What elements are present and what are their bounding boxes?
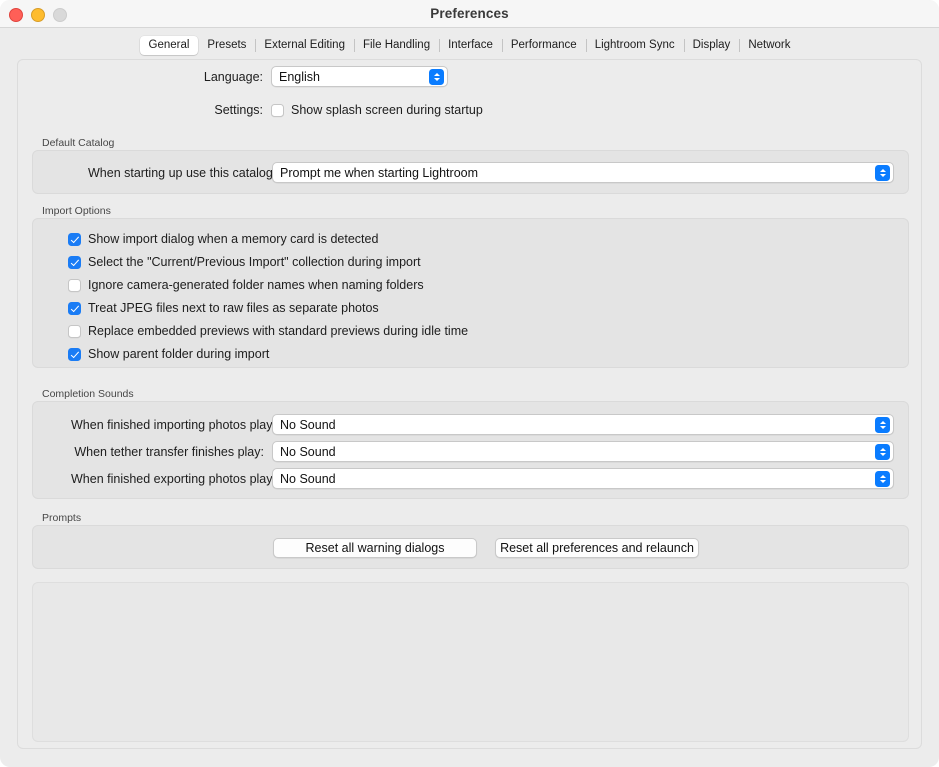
completion-sound-label-2: When finished exporting photos play:: [71, 471, 276, 486]
import-option-checkbox-3[interactable]: [68, 301, 81, 315]
completion-sound-label-0: When finished importing photos play:: [71, 417, 276, 432]
completion-sound-value-0: No Sound: [280, 417, 336, 432]
import-options-group-title: Import Options: [42, 205, 111, 217]
empty-content-area: [32, 582, 909, 742]
list-item[interactable]: Treat JPEG files next to raw files as se…: [68, 301, 379, 315]
import-option-label-4: Replace embedded previews with standard …: [88, 324, 469, 338]
completion-sound-value-2: No Sound: [280, 471, 336, 486]
list-item[interactable]: Replace embedded previews with standard …: [68, 324, 468, 338]
completion-sound-value-1: No Sound: [280, 444, 336, 459]
tab-interface[interactable]: Interface: [439, 36, 502, 55]
preferences-window: Preferences General Presets External Edi…: [0, 0, 939, 767]
list-item[interactable]: Show parent folder during import: [68, 347, 269, 361]
completion-sound-select-2[interactable]: No Sound: [272, 468, 894, 489]
title-bar: Preferences: [0, 0, 939, 28]
splash-screen-checkbox-row[interactable]: Show splash screen during startup: [271, 103, 483, 117]
tab-file-handling[interactable]: File Handling: [353, 36, 439, 55]
tab-presets[interactable]: Presets: [198, 36, 255, 55]
import-option-checkbox-4[interactable]: [68, 324, 81, 338]
tab-bar: General Presets External Editing File Ha…: [0, 28, 939, 58]
list-item[interactable]: Ignore camera-generated folder names whe…: [68, 278, 424, 292]
chevron-updown-icon[interactable]: [875, 470, 890, 487]
import-option-label-3: Treat JPEG files next to raw files as se…: [88, 301, 379, 315]
tab-external-editing[interactable]: External Editing: [255, 36, 354, 55]
completion-sound-select-0[interactable]: No Sound: [272, 414, 894, 435]
import-option-checkbox-1[interactable]: [68, 255, 81, 269]
completion-sound-label-1: When tether transfer finishes play:: [74, 444, 264, 459]
default-catalog-group-title: Default Catalog: [42, 137, 115, 149]
completion-sound-row-0: When finished importing photos play: No …: [71, 414, 894, 435]
tab-performance[interactable]: Performance: [501, 36, 586, 55]
import-option-label-5: Show parent folder during import: [88, 347, 270, 361]
prompts-group-title: Prompts: [42, 512, 82, 524]
default-catalog-label: When starting up use this catalog:: [88, 165, 277, 180]
import-option-label-0: Show import dialog when a memory card is…: [88, 232, 379, 246]
chevron-updown-icon[interactable]: [875, 416, 890, 433]
splash-screen-label: Show splash screen during startup: [291, 103, 483, 117]
import-option-checkbox-0[interactable]: [68, 232, 81, 246]
import-option-checkbox-2[interactable]: [68, 278, 81, 292]
language-select[interactable]: English: [271, 66, 448, 87]
settings-label: Settings:: [214, 103, 263, 117]
window-title: Preferences: [430, 6, 509, 21]
list-item[interactable]: Select the "Current/Previous Import" col…: [68, 255, 421, 269]
import-option-checkbox-5[interactable]: [68, 347, 81, 361]
tab-network[interactable]: Network: [739, 36, 799, 55]
chevron-updown-icon[interactable]: [429, 68, 444, 85]
tab-display[interactable]: Display: [683, 36, 740, 55]
chevron-updown-icon[interactable]: [875, 443, 890, 460]
completion-sounds-group: When finished importing photos play: No …: [32, 401, 909, 499]
completion-sounds-group-title: Completion Sounds: [42, 388, 134, 400]
default-catalog-group: When starting up use this catalog: Promp…: [32, 150, 909, 194]
default-catalog-select[interactable]: Prompt me when starting Lightroom: [272, 162, 894, 183]
settings-row: Settings: Show splash screen during star…: [191, 103, 483, 117]
completion-sound-row-2: When finished exporting photos play: No …: [71, 468, 894, 489]
import-option-label-2: Ignore camera-generated folder names whe…: [88, 278, 424, 292]
default-catalog-value: Prompt me when starting Lightroom: [280, 165, 479, 180]
default-catalog-row: When starting up use this catalog: Promp…: [88, 162, 894, 183]
completion-sound-select-1[interactable]: No Sound: [272, 441, 894, 462]
reset-all-warning-dialogs-button[interactable]: Reset all warning dialogs: [273, 538, 477, 558]
prompts-group: Reset all warning dialogs Reset all pref…: [32, 525, 909, 569]
splash-screen-checkbox[interactable]: [271, 103, 284, 117]
tab-lightroom-sync[interactable]: Lightroom Sync: [585, 36, 684, 55]
tab-list: General Presets External Editing File Ha…: [139, 36, 800, 55]
language-label: Language:: [203, 69, 263, 84]
list-item[interactable]: Show import dialog when a memory card is…: [68, 232, 378, 246]
language-value: English: [279, 69, 320, 84]
import-option-label-1: Select the "Current/Previous Import" col…: [88, 255, 421, 269]
completion-sound-row-1: When tether transfer finishes play: No S…: [71, 441, 894, 462]
reset-all-preferences-button[interactable]: Reset all preferences and relaunch: [495, 538, 699, 558]
import-options-group: Show import dialog when a memory card is…: [32, 218, 909, 368]
language-row: Language: English: [191, 66, 448, 87]
tab-general[interactable]: General: [139, 36, 199, 55]
general-panel: Language: English Settings: Show splash …: [17, 59, 922, 749]
chevron-updown-icon[interactable]: [875, 164, 890, 181]
